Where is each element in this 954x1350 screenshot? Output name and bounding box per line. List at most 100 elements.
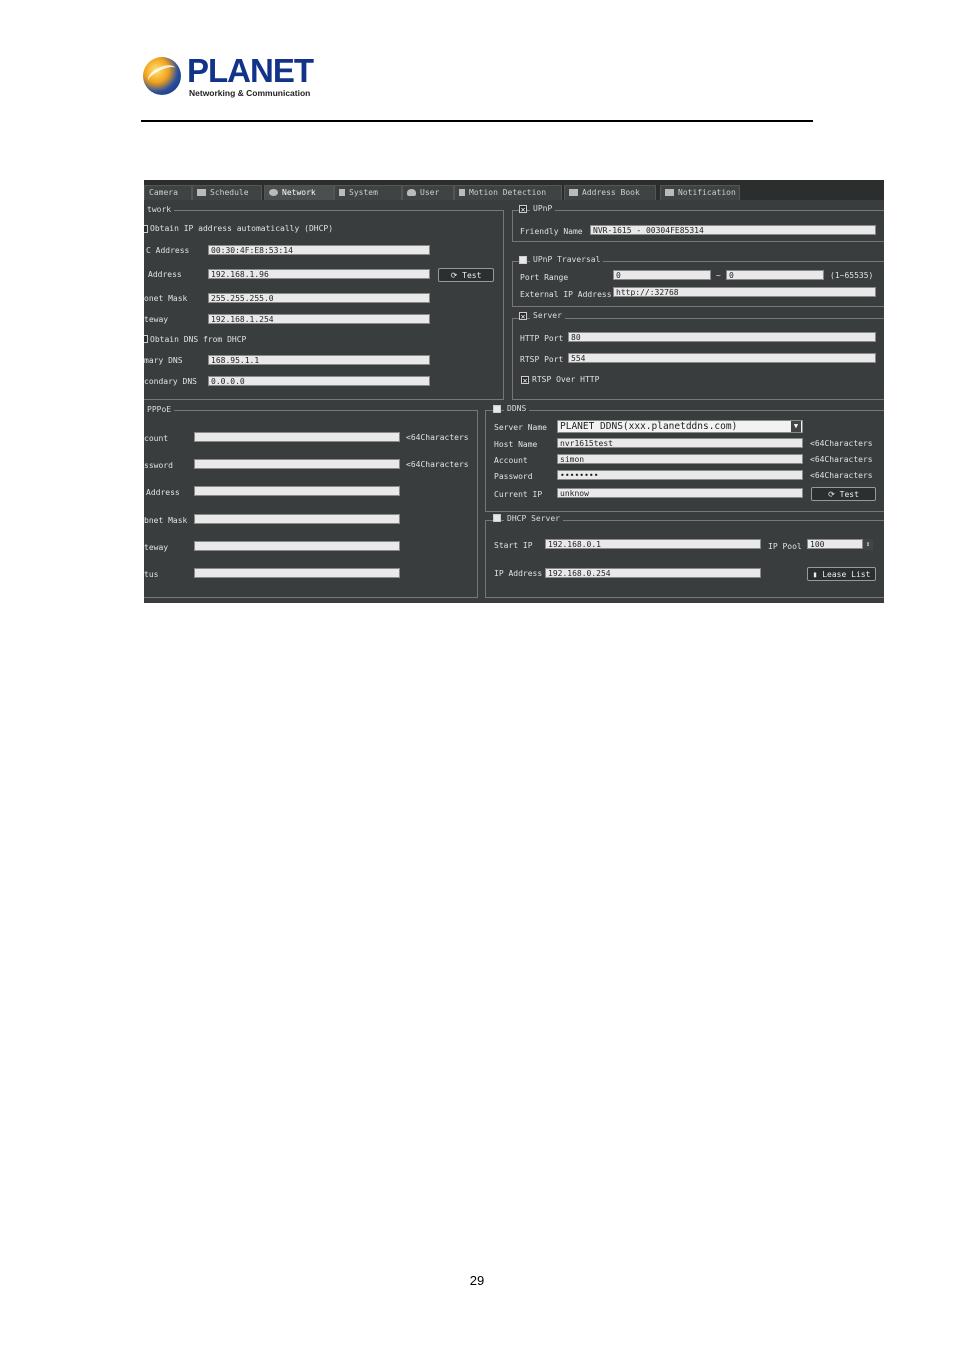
tab-bar: Camera Schedule Network System User Moti… <box>144 180 884 200</box>
friendly-name-field[interactable]: NVR-1615 - 00304FE85314 <box>590 225 876 235</box>
pppoe-password-field[interactable] <box>194 459 400 469</box>
pppoe-account-hint: <64Characters <box>406 433 469 442</box>
dhcp-checkbox[interactable] <box>144 225 148 233</box>
pppoe-mask-field[interactable] <box>194 514 400 524</box>
gateway-label: teway <box>144 315 169 324</box>
tab-notification[interactable]: Notification <box>660 185 740 200</box>
motion-icon <box>459 189 465 196</box>
pppoe-password-hint: <64Characters <box>406 460 469 469</box>
tab-camera[interactable]: Camera <box>144 185 192 200</box>
header-rule <box>141 120 813 122</box>
mask-label: onet Mask <box>144 294 188 303</box>
upnp-checkbox[interactable]: ✕ <box>519 205 527 214</box>
ddns-host-label: Host Name <box>494 440 538 449</box>
dhcp-pool-field[interactable]: 100 <box>807 539 863 549</box>
port-range-label: Port Range <box>520 273 569 282</box>
ddns-password-hint: <64Characters <box>810 471 873 480</box>
refresh-icon: ⟳ <box>450 271 463 280</box>
chevron-down-icon[interactable]: ▼ <box>791 421 801 432</box>
primary-dns-field[interactable]: 168.95.1.1 <box>208 355 430 365</box>
pppoe-status-label: tus <box>144 570 159 579</box>
network-group <box>144 210 504 400</box>
globe-icon <box>143 57 181 95</box>
dns-dhcp-label: Obtain DNS from DHCP <box>150 335 247 344</box>
ddns-test-button[interactable]: ⟳ Test <box>811 487 876 501</box>
ddns-host-hint: <64Characters <box>810 439 873 448</box>
ddns-server-select[interactable]: PLANET DDNS(xxx.planetddns.com) <box>557 420 803 433</box>
address-book-icon <box>569 189 578 196</box>
pppoe-gateway-label: teway <box>144 543 169 552</box>
dns-dhcp-checkbox[interactable] <box>144 335 148 343</box>
schedule-icon <box>197 189 206 196</box>
nvr-screenshot: Camera Schedule Network System User Moti… <box>144 180 884 603</box>
system-icon <box>339 189 345 196</box>
friendly-name-label: Friendly Name <box>520 227 583 236</box>
pppoe-account-label: count <box>144 434 169 443</box>
ddns-host-field[interactable]: nvr1615test <box>557 438 803 448</box>
dhcp-ip-field[interactable]: 192.168.0.254 <box>545 568 761 578</box>
ddns-server-label: Server Name <box>494 423 547 432</box>
pppoe-gateway-field[interactable] <box>194 541 400 551</box>
mac-field[interactable]: 00:30:4F:E8:53:14 <box>208 245 430 255</box>
traversal-group <box>512 261 884 307</box>
ddns-account-hint: <64Characters <box>810 455 873 464</box>
ddns-checkbox[interactable] <box>493 405 501 413</box>
traversal-checkbox[interactable] <box>519 256 527 264</box>
ip-field[interactable]: 192.168.1.96 <box>208 269 430 279</box>
http-port-field[interactable]: 80 <box>568 332 876 342</box>
server-group-title: Server <box>530 311 565 320</box>
external-ip-label: External IP Address <box>520 290 612 299</box>
network-icon <box>269 189 278 196</box>
user-icon <box>407 189 416 196</box>
secondary-dns-field[interactable]: 0.0.0.0 <box>208 376 430 386</box>
rtsp-over-http-checkbox[interactable]: ✕ <box>521 376 529 385</box>
upnp-group-title: UPnP <box>530 204 556 213</box>
tab-system[interactable]: System <box>334 185 402 200</box>
tab-network[interactable]: Network <box>264 185 334 200</box>
refresh-icon: ⟳ <box>828 490 840 499</box>
tab-motion-detection[interactable]: Motion Detection <box>454 185 562 200</box>
ddns-current-ip-label: Current IP <box>494 490 543 499</box>
primary-dns-label: mary DNS <box>144 356 183 365</box>
gateway-field[interactable]: 192.168.1.254 <box>208 314 430 324</box>
dhcp-pool-label: IP Pool <box>768 542 802 551</box>
port-range-dash: ~ <box>716 271 721 280</box>
pppoe-status-field[interactable] <box>194 568 400 578</box>
logo-tagline: Networking & Communication <box>189 88 311 98</box>
dhcp-group-title: DHCP Server <box>504 514 563 523</box>
pppoe-account-field[interactable] <box>194 432 400 442</box>
ddns-password-field[interactable]: •••••••• <box>557 470 803 480</box>
notification-icon <box>665 189 674 196</box>
dhcp-start-label: Start IP <box>494 541 533 550</box>
pppoe-address-field[interactable] <box>194 486 400 496</box>
dhcp-ip-label: IP Address <box>494 569 543 578</box>
rtsp-port-field[interactable]: 554 <box>568 353 876 363</box>
mask-field[interactable]: 255.255.255.0 <box>208 293 430 303</box>
network-test-button[interactable]: ⟳ Test <box>438 268 494 282</box>
server-checkbox[interactable]: ✕ <box>519 312 527 321</box>
mac-label: C Address <box>146 246 190 255</box>
traversal-group-title: UPnP Traversal <box>530 255 604 264</box>
network-group-title: twork <box>144 205 175 214</box>
dhcp-label: Obtain IP address automatically (DHCP) <box>150 224 334 233</box>
dhcp-start-field[interactable]: 192.168.0.1 <box>545 539 761 549</box>
ddns-current-ip-field[interactable]: unknow <box>557 488 803 498</box>
stepper-icon[interactable]: ⇕ <box>863 539 873 550</box>
lease-list-button[interactable]: ▮ Lease List <box>807 567 876 581</box>
tab-schedule[interactable]: Schedule <box>192 185 262 200</box>
tab-address-book[interactable]: Address Book <box>564 185 656 200</box>
tab-user[interactable]: User <box>402 185 454 200</box>
ddns-group-title: DDNS <box>504 404 530 413</box>
pppoe-password-label: ssword <box>144 461 173 470</box>
dhcp-server-checkbox[interactable] <box>493 514 501 522</box>
port-range-hint: (1~65535) <box>830 271 874 280</box>
external-ip-field[interactable]: http://:32768 <box>613 287 876 297</box>
port-range-to[interactable]: 0 <box>726 270 824 280</box>
ip-label: Address <box>148 270 182 279</box>
document-icon: ▮ <box>812 570 823 579</box>
secondary-dns-label: condary DNS <box>144 377 197 386</box>
port-range-from[interactable]: 0 <box>613 270 711 280</box>
rtsp-over-http-label: RTSP Over HTTP <box>532 375 600 384</box>
ddns-account-field[interactable]: simon <box>557 454 803 464</box>
pppoe-group-title: PPPoE <box>144 405 175 414</box>
